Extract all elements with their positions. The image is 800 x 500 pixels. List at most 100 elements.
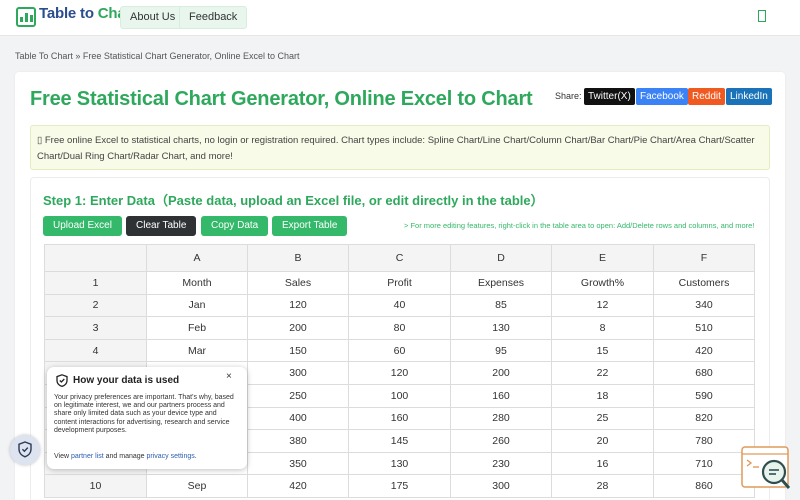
table-cell[interactable]: 250 — [247, 383, 349, 408]
breadcrumb-home[interactable]: Table To Chart — [15, 51, 73, 61]
table-cell[interactable]: 160 — [348, 406, 451, 431]
table-cell[interactable]: 200 — [450, 361, 552, 385]
table-cell[interactable]: Customers — [653, 271, 755, 295]
top-navigation-bar: Table to Chart .com About Us Feedback — [0, 0, 800, 36]
breadcrumb-current: Free Statistical Chart Generator, Online… — [82, 51, 300, 61]
table-cell[interactable]: 15 — [551, 338, 654, 363]
table-cell[interactable]: 60 — [348, 338, 451, 363]
shield-icon — [56, 374, 68, 387]
table-cell[interactable]: 16 — [551, 451, 654, 476]
table-cell[interactable]: 80 — [348, 316, 451, 340]
column-letter-header[interactable]: A — [146, 244, 248, 272]
table-cell[interactable]: 680 — [653, 361, 755, 385]
share-facebook-button[interactable]: Facebook — [636, 88, 688, 105]
export-table-button[interactable]: Export Table — [272, 216, 348, 236]
close-icon[interactable]: × — [226, 371, 232, 382]
table-row: 4 Mar 150 60 95 15 420 — [44, 338, 755, 363]
table-cell[interactable]: 20 — [551, 429, 654, 453]
table-cell[interactable]: 18 — [551, 383, 654, 408]
table-cell[interactable]: 300 — [450, 474, 552, 498]
nav-about-us[interactable]: About Us — [120, 6, 186, 29]
table-cell[interactable]: 25 — [551, 406, 654, 431]
table-cell[interactable]: Sales — [247, 271, 349, 295]
table-cell[interactable]: Feb — [146, 316, 248, 340]
site-logo[interactable]: Table to Chart .com — [16, 6, 136, 27]
table-cell[interactable]: 350 — [247, 451, 349, 476]
table-cell[interactable]: 200 — [247, 316, 349, 340]
share-twitter-button[interactable]: Twitter(X) — [584, 88, 635, 105]
row-number-cell[interactable]: 3 — [44, 316, 147, 340]
table-cell[interactable]: 400 — [247, 406, 349, 431]
table-cell[interactable]: 710 — [653, 451, 755, 476]
table-cell[interactable]: 175 — [348, 474, 451, 498]
chat-support-widget[interactable] — [741, 446, 791, 490]
table-cell[interactable]: 820 — [653, 406, 755, 431]
upload-excel-button[interactable]: Upload Excel — [43, 216, 122, 236]
table-cell[interactable]: Sep — [146, 474, 248, 498]
column-letter-header[interactable]: D — [450, 244, 552, 272]
privacy-settings-link[interactable]: privacy settings — [147, 453, 195, 460]
table-cell[interactable]: 120 — [247, 293, 349, 318]
table-cell[interactable]: 420 — [247, 474, 349, 498]
table-cell[interactable]: 150 — [247, 338, 349, 363]
row-number-cell[interactable]: 1 — [44, 271, 147, 295]
table-cell[interactable]: 300 — [247, 361, 349, 385]
table-cell[interactable]: 40 — [348, 293, 451, 318]
table-cell[interactable]: 95 — [450, 338, 552, 363]
table-cell[interactable]: 230 — [450, 451, 552, 476]
logo-chart-icon — [16, 6, 36, 27]
share-linkedin-button[interactable]: LinkedIn — [726, 88, 772, 105]
table-cell[interactable]: 120 — [348, 361, 451, 385]
column-letter-header[interactable]: E — [551, 244, 654, 272]
table-cell[interactable]: 510 — [653, 316, 755, 340]
table-cell[interactable]: 145 — [348, 429, 451, 453]
table-row: 10 Sep 420 175 300 28 860 — [44, 474, 755, 498]
breadcrumb-separator: » — [75, 51, 81, 61]
table-row: 3 Feb 200 80 130 8 510 — [44, 316, 755, 340]
table-cell[interactable]: 130 — [348, 451, 451, 476]
corner-cell[interactable] — [44, 244, 147, 272]
row-number-cell[interactable]: 4 — [44, 338, 147, 363]
editing-hint: > For more editing features, right-click… — [404, 221, 755, 230]
partner-list-link[interactable]: partner list — [71, 453, 104, 460]
table-cell[interactable]: Month — [146, 271, 248, 295]
nav-feedback[interactable]: Feedback — [179, 6, 248, 29]
column-letter-header[interactable]: C — [348, 244, 451, 272]
table-cell[interactable]: Expenses — [450, 271, 552, 295]
table-cell[interactable]: 260 — [450, 429, 552, 453]
table-cell[interactable]: Jan — [146, 293, 248, 318]
table-cell[interactable]: Growth% — [551, 271, 654, 295]
privacy-body: Your privacy preferences are important. … — [54, 394, 234, 434]
table-cell[interactable]: 130 — [450, 316, 552, 340]
row-number-cell[interactable]: 10 — [44, 474, 147, 498]
table-cell[interactable]: 12 — [551, 293, 654, 318]
table-cell[interactable]: Mar — [146, 338, 248, 363]
menu-icon[interactable] — [758, 10, 766, 22]
table-cell[interactable]: 380 — [247, 429, 349, 453]
info-icon: ▯ — [37, 135, 45, 146]
copy-data-button[interactable]: Copy Data — [201, 216, 269, 236]
notice-text: Free online Excel to statistical charts,… — [37, 135, 755, 162]
row-number-cell[interactable]: 2 — [44, 293, 147, 318]
table-cell[interactable]: 28 — [551, 474, 654, 498]
table-cell[interactable]: 85 — [450, 293, 552, 318]
clear-table-button[interactable]: Clear Table — [126, 216, 197, 236]
share-reddit-button[interactable]: Reddit — [688, 88, 725, 105]
chat-search-icon — [741, 446, 791, 489]
table-cell[interactable]: 280 — [450, 406, 552, 431]
table-cell[interactable]: 860 — [653, 474, 755, 498]
table-cell[interactable]: 8 — [551, 316, 654, 340]
privacy-popup: How your data is used × Your privacy pre… — [47, 367, 247, 469]
privacy-shield-button[interactable] — [10, 435, 40, 465]
breadcrumb: Table To Chart » Free Statistical Chart … — [15, 51, 300, 61]
table-cell[interactable]: 100 — [348, 383, 451, 408]
table-cell[interactable]: 340 — [653, 293, 755, 318]
table-cell[interactable]: 420 — [653, 338, 755, 363]
table-cell[interactable]: 160 — [450, 383, 552, 408]
table-cell[interactable]: 780 — [653, 429, 755, 453]
column-letter-header[interactable]: B — [247, 244, 349, 272]
table-cell[interactable]: 22 — [551, 361, 654, 385]
table-cell[interactable]: 590 — [653, 383, 755, 408]
column-letter-header[interactable]: F — [653, 244, 755, 272]
table-cell[interactable]: Profit — [348, 271, 451, 295]
